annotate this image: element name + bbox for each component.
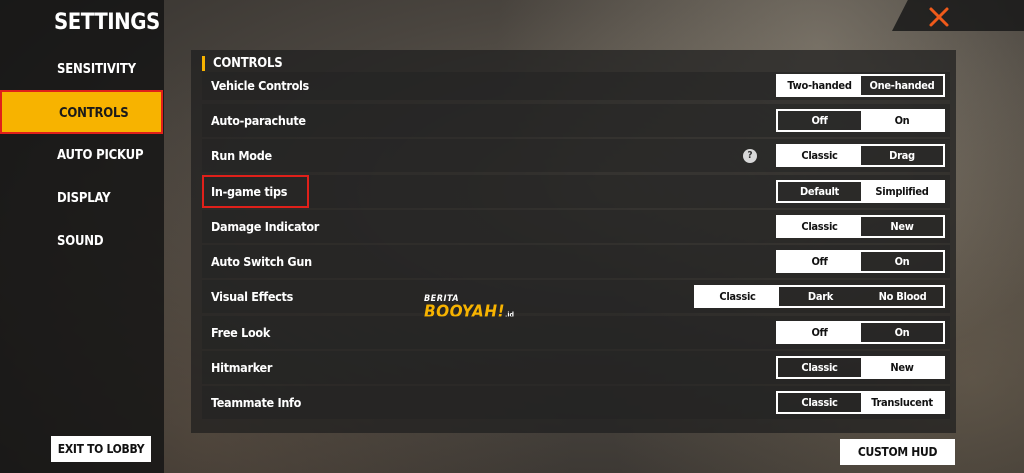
setting-row-hitmarker: Hitmarker Classic New	[202, 351, 950, 384]
setting-label: Auto Switch Gun	[211, 254, 312, 269]
setting-label: Damage Indicator	[211, 219, 320, 234]
option-no-blood[interactable]: No Blood	[862, 287, 943, 306]
option-new[interactable]: New	[861, 217, 943, 236]
option-classic[interactable]: Classic	[778, 217, 861, 236]
setting-row-vehicle-controls: Vehicle Controls Two-handed One-handed	[202, 72, 950, 100]
option-on[interactable]: On	[861, 323, 943, 342]
teammate-info-toggle: Classic Translucent	[776, 391, 945, 414]
free-look-toggle: Off On	[776, 321, 945, 344]
option-off[interactable]: Off	[778, 323, 861, 342]
option-off[interactable]: Off	[778, 252, 861, 271]
setting-row-auto-parachute: Auto-parachute Off On	[202, 104, 950, 137]
setting-label: Teammate Info	[211, 395, 302, 410]
option-on[interactable]: On	[861, 252, 943, 271]
sidebar-item-sensitivity[interactable]: SENSITIVITY	[0, 48, 164, 91]
sidebar-item-controls[interactable]: CONTROLS	[0, 90, 163, 134]
run-mode-toggle: Classic Drag	[776, 144, 945, 167]
option-default[interactable]: Default	[778, 182, 861, 201]
close-icon[interactable]	[928, 6, 950, 28]
option-dark[interactable]: Dark	[779, 287, 862, 306]
setting-row-free-look: Free Look Off On	[202, 316, 950, 349]
setting-row-auto-switch-gun: Auto Switch Gun Off On	[202, 245, 950, 278]
custom-hud-button[interactable]: CUSTOM HUD	[840, 439, 955, 465]
highlight-box	[202, 175, 309, 208]
damage-indicator-toggle: Classic New	[776, 215, 945, 238]
hitmarker-toggle: Classic New	[776, 356, 945, 379]
auto-switch-gun-toggle: Off On	[776, 250, 945, 273]
option-new[interactable]: New	[861, 358, 943, 377]
setting-label: Vehicle Controls	[211, 78, 309, 93]
setting-label: Auto-parachute	[211, 113, 306, 128]
help-icon[interactable]: ?	[743, 149, 757, 163]
option-two-handed[interactable]: Two-handed	[778, 76, 861, 95]
sidebar-item-auto-pickup[interactable]: AUTO PICKUP	[0, 134, 164, 177]
setting-label: Run Mode	[211, 148, 272, 163]
setting-label: Hitmarker	[211, 360, 273, 375]
option-off[interactable]: Off	[778, 111, 861, 130]
setting-label: Visual Effects	[211, 289, 294, 304]
setting-row-visual-effects: Visual Effects Classic Dark No Blood	[202, 280, 950, 313]
close-area	[892, 0, 1024, 31]
exit-to-lobby-button[interactable]: EXIT TO LOBBY	[51, 436, 151, 462]
setting-row-damage-indicator: Damage Indicator Classic New	[202, 210, 950, 243]
sidebar-title: SETTINGS	[54, 10, 160, 35]
setting-row-run-mode: Run Mode ? Classic Drag	[202, 139, 950, 172]
setting-row-in-game-tips: In-game tips Default Simplified	[202, 175, 950, 208]
visual-effects-toggle: Classic Dark No Blood	[694, 285, 945, 308]
option-classic[interactable]: Classic	[778, 393, 861, 412]
option-drag[interactable]: Drag	[861, 146, 943, 165]
setting-label: Free Look	[211, 325, 271, 340]
option-one-handed[interactable]: One-handed	[861, 76, 943, 95]
option-simplified[interactable]: Simplified	[861, 182, 943, 201]
vehicle-controls-toggle: Two-handed One-handed	[776, 74, 945, 97]
setting-row-teammate-info: Teammate Info Classic Translucent	[202, 386, 950, 419]
option-classic[interactable]: Classic	[696, 287, 779, 306]
auto-parachute-toggle: Off On	[776, 109, 945, 132]
in-game-tips-toggle: Default Simplified	[776, 180, 945, 203]
option-classic[interactable]: Classic	[778, 358, 861, 377]
sidebar-item-sound[interactable]: SOUND	[0, 220, 164, 263]
option-translucent[interactable]: Translucent	[861, 393, 943, 412]
panel-title: CONTROLS	[202, 56, 283, 71]
option-classic[interactable]: Classic	[778, 146, 861, 165]
option-on[interactable]: On	[861, 111, 943, 130]
sidebar-item-display[interactable]: DISPLAY	[0, 177, 164, 220]
